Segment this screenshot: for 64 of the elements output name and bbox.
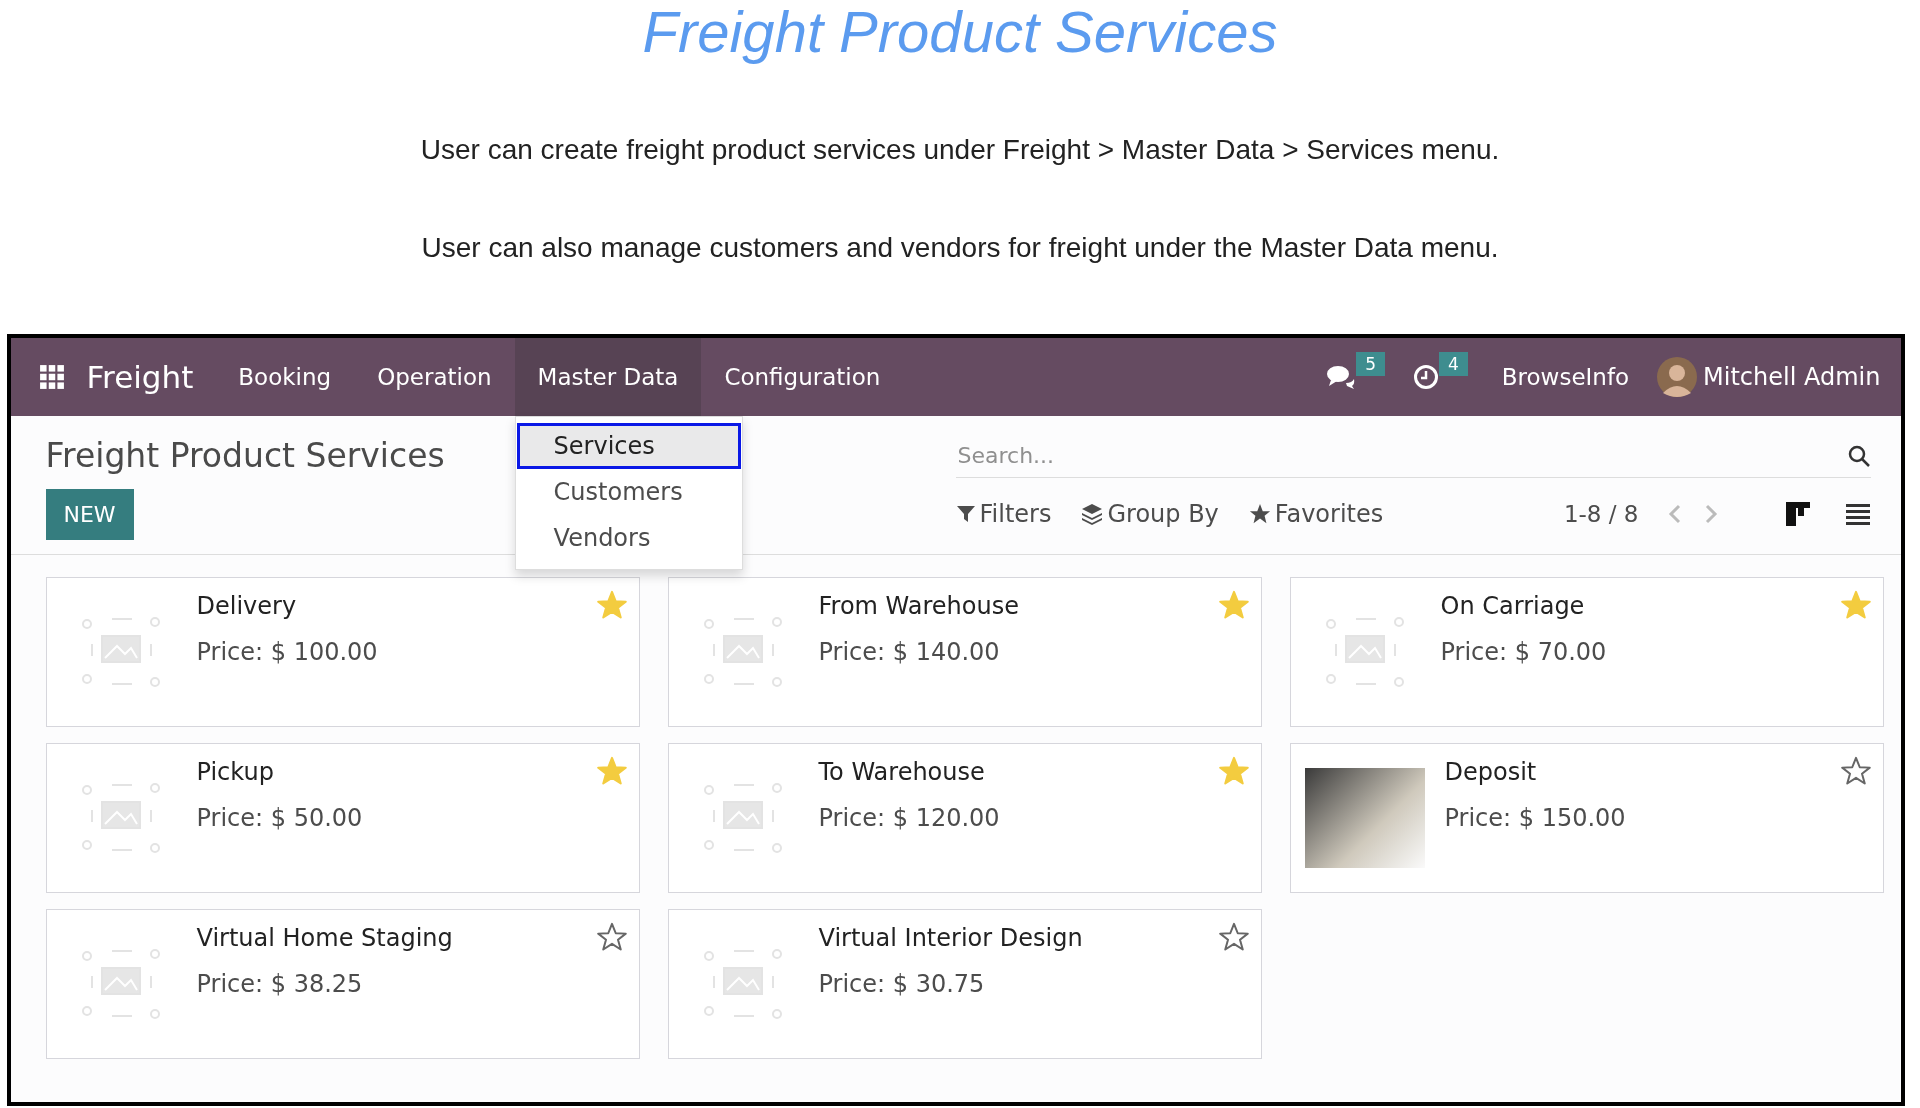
dropdown-item[interactable]: Vendors	[516, 515, 741, 561]
nav-menu-item[interactable]: Configuration	[701, 338, 904, 416]
outline-star-icon[interactable]	[1840, 756, 1871, 786]
filled-star-icon[interactable]	[596, 756, 627, 786]
product-name: On Carriage	[1440, 592, 1586, 620]
pager-counter[interactable]: 1-8 / 8	[1563, 501, 1639, 527]
company-switcher[interactable]: BrowseInfo	[1501, 364, 1630, 390]
outline-star-icon[interactable]	[1218, 922, 1249, 952]
product-price: Price: $ 150.00	[1444, 804, 1627, 832]
product-price: Price: $ 50.00	[196, 804, 364, 832]
product-price: Price: $ 30.75	[818, 970, 986, 998]
kanban-view-icon[interactable]	[1784, 501, 1811, 527]
new-button[interactable]: NEW	[45, 489, 134, 540]
clock-icon[interactable]	[1412, 364, 1439, 390]
favorites-button[interactable]: Favorites	[1248, 500, 1384, 528]
product-card[interactable]: Pickup Price: $ 50.00	[45, 743, 640, 893]
product-card[interactable]: Virtual Home Staging Price: $ 38.25	[45, 909, 640, 1059]
product-name: From Warehouse	[818, 592, 1020, 620]
page-heading: Freight Product Services	[642, 0, 1278, 64]
nav-menu-item[interactable]: Operation	[354, 338, 515, 416]
product-card[interactable]: From Warehouse Price: $ 140.00	[667, 577, 1262, 727]
nav-menu-item[interactable]: Master Data	[514, 338, 702, 416]
breadcrumb-title: Freight Product Services	[45, 436, 445, 475]
app-name[interactable]: Freight	[86, 359, 194, 395]
product-price: Price: $ 140.00	[818, 638, 1001, 666]
dropdown-item[interactable]: Customers	[516, 469, 741, 515]
product-card[interactable]: Deposit Price: $ 150.00	[1289, 743, 1884, 893]
message-count-badge: 5	[1356, 352, 1385, 376]
group-by-button[interactable]: Group By	[1081, 500, 1219, 528]
product-name: Delivery	[196, 592, 298, 620]
product-card[interactable]: Virtual Interior Design Price: $ 30.75	[667, 909, 1262, 1059]
product-name: To Warehouse	[818, 758, 986, 786]
product-name: Deposit	[1444, 758, 1538, 786]
filled-star-icon[interactable]	[1840, 590, 1871, 620]
description-text: User can also manage customers and vendors for freight under the Master Data menu.	[421, 232, 1499, 264]
filled-star-icon[interactable]	[596, 590, 627, 620]
outline-star-icon[interactable]	[596, 922, 627, 952]
product-price: Price: $ 70.00	[1440, 638, 1608, 666]
product-name: Virtual Home Staging	[196, 924, 454, 952]
search-field[interactable]: Search...	[955, 442, 1847, 469]
product-name: Virtual Interior Design	[818, 924, 1084, 952]
star-icon	[1248, 503, 1271, 525]
product-card[interactable]: To Warehouse Price: $ 120.00	[667, 743, 1262, 893]
product-card[interactable]: Delivery Price: $ 100.00	[45, 577, 640, 727]
avatar-silhouette[interactable]	[1657, 357, 1698, 397]
filter-icon	[955, 504, 976, 524]
filled-star-icon[interactable]	[1218, 590, 1249, 620]
filters-button[interactable]: Filters	[955, 500, 1052, 528]
product-price: Price: $ 38.25	[196, 970, 364, 998]
product-price: Price: $ 120.00	[818, 804, 1001, 832]
dropdown-item[interactable]: Services	[516, 423, 741, 469]
search-icon[interactable]	[1846, 443, 1871, 468]
product-name: Pickup	[196, 758, 275, 786]
nav-menu-item[interactable]: Booking	[215, 338, 355, 416]
product-card[interactable]: On Carriage Price: $ 70.00	[1289, 577, 1884, 727]
layers-icon	[1081, 503, 1104, 525]
activity-count-badge: 4	[1438, 352, 1468, 376]
description-text: User can create freight product services under Freight > Master Data > Services menu.	[420, 134, 1500, 166]
product-price: Price: $ 100.00	[196, 638, 379, 666]
filled-star-icon[interactable]	[1218, 756, 1249, 786]
list-view-icon[interactable]	[1844, 501, 1871, 527]
app-grid-icon[interactable]	[38, 364, 65, 390]
chat-bubbles-icon[interactable]	[1326, 364, 1357, 390]
user-name[interactable]: Mitchell Admin	[1703, 363, 1881, 391]
